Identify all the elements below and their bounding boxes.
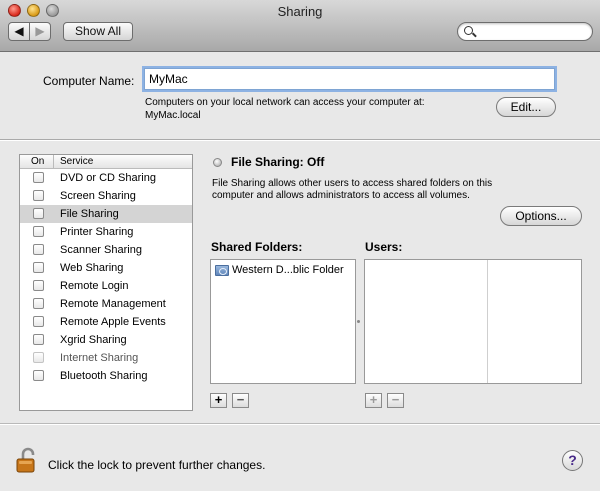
service-label: File Sharing [60,208,119,220]
remove-shared-folder-button[interactable]: − [232,393,249,408]
service-list[interactable]: On Service DVD or CD Sharing Screen Shari… [19,154,193,411]
column-header-service[interactable]: Service [60,156,93,167]
service-row[interactable]: Remote Login [20,277,192,295]
service-list-header: On Service [20,155,192,169]
column-header-on[interactable]: On [31,156,44,167]
network-address-line: Computers on your local network can acce… [145,97,425,108]
service-label: DVD or CD Sharing [60,172,156,184]
network-address-hostname: MyMac.local [145,110,201,121]
show-all-button[interactable]: Show All [63,22,133,41]
edit-button[interactable]: Edit... [496,97,556,117]
service-label: Web Sharing [60,262,124,274]
service-checkbox[interactable] [33,226,44,237]
service-checkbox[interactable] [33,244,44,255]
search-icon [464,26,473,35]
column-separator [487,260,488,383]
service-checkbox[interactable] [33,190,44,201]
service-row[interactable]: File Sharing [20,205,192,223]
service-row[interactable]: Xgrid Sharing [20,331,192,349]
service-row[interactable]: DVD or CD Sharing [20,169,192,187]
titlebar: Sharing ◀ ▶ Show All [0,0,600,52]
service-checkbox[interactable] [33,172,44,183]
add-shared-folder-button[interactable]: + [210,393,227,408]
service-checkbox[interactable] [33,334,44,345]
service-label: Xgrid Sharing [60,334,127,346]
status-indicator-icon [213,158,222,167]
service-checkbox[interactable] [33,208,44,219]
divider [0,423,600,424]
service-checkbox[interactable] [33,370,44,381]
service-row[interactable]: Web Sharing [20,259,192,277]
service-label: Screen Sharing [60,190,136,202]
service-rows: DVD or CD Sharing Screen Sharing File Shar… [20,169,192,385]
service-checkbox[interactable] [33,316,44,327]
service-row[interactable]: Internet Sharing [20,349,192,367]
shared-folders-list[interactable]: Western D...blic Folder [210,259,356,384]
service-label: Remote Management [60,298,166,310]
sharing-window: Sharing ◀ ▶ Show All Computer Name: Comp… [0,0,600,491]
search-field[interactable] [457,22,593,41]
shared-folders-label: Shared Folders: [211,240,303,254]
service-checkbox[interactable] [33,262,44,273]
service-checkbox[interactable] [33,298,44,309]
service-label: Remote Login [60,280,129,292]
shared-folder-name: Western D...blic Folder [232,264,344,276]
service-label: Bluetooth Sharing [60,370,148,382]
users-list[interactable] [364,259,582,384]
computer-name-label: Computer Name: [43,74,135,88]
network-address-text: Computers on your local network can acce… [145,96,425,122]
service-checkbox [33,352,44,363]
computer-name-field[interactable] [144,68,555,90]
users-label: Users: [365,240,403,254]
service-row[interactable]: Scanner Sharing [20,241,192,259]
window-title: Sharing [277,4,323,19]
lock-message: Click the lock to prevent further change… [48,458,266,472]
service-row[interactable]: Remote Management [20,295,192,313]
service-label: Remote Apple Events [60,316,166,328]
back-button[interactable]: ◀ [8,22,30,41]
split-view-handle[interactable] [357,320,360,323]
search-input[interactable] [478,24,588,39]
add-user-button[interactable]: + [365,393,382,408]
remove-user-button[interactable]: − [387,393,404,408]
service-checkbox[interactable] [33,280,44,291]
public-folder-icon [215,265,229,276]
column-separator [53,155,54,169]
help-button[interactable]: ? [562,450,583,471]
lock-open-icon[interactable] [16,446,42,474]
service-status-label: File Sharing: Off [231,155,325,169]
service-row[interactable]: Printer Sharing [20,223,192,241]
service-description: File Sharing allows other users to acces… [212,178,493,201]
service-label: Internet Sharing [60,352,139,364]
service-label: Scanner Sharing [60,244,142,256]
options-button[interactable]: Options... [500,206,582,226]
service-label: Printer Sharing [60,226,134,238]
service-row[interactable]: Remote Apple Events [20,313,192,331]
service-row[interactable]: Bluetooth Sharing [20,367,192,385]
divider [0,139,600,140]
forward-button[interactable]: ▶ [29,22,51,41]
service-row[interactable]: Screen Sharing [20,187,192,205]
